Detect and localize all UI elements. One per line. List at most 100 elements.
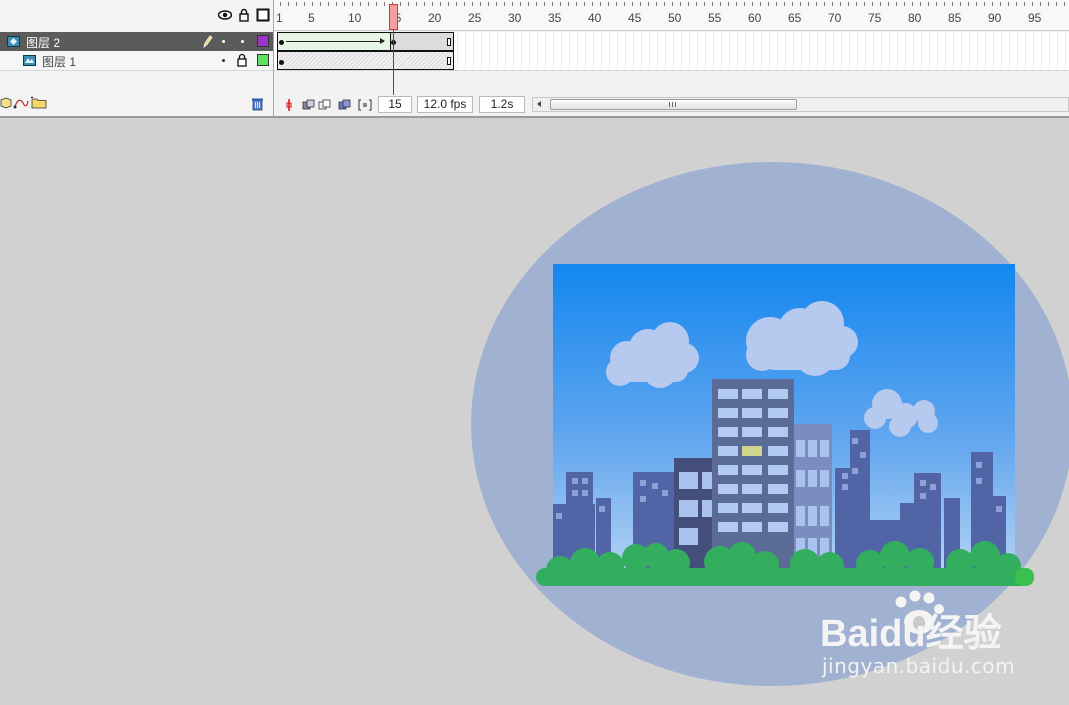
static-frames-span[interactable] — [390, 32, 454, 51]
ruler-tick — [536, 2, 537, 6]
ruler-number: 25 — [468, 11, 482, 25]
visibility-dot[interactable] — [222, 59, 225, 62]
ruler-tick — [512, 2, 513, 6]
tower-window — [768, 465, 788, 475]
ruler-number: 5 — [308, 11, 315, 25]
end-frame-marker[interactable] — [447, 38, 451, 46]
tower-window — [718, 446, 738, 456]
bush-edge — [1015, 568, 1034, 586]
layer-icon — [23, 55, 36, 66]
stage-area[interactable]: Baidu经验 jingyan.baidu.com — [0, 118, 1069, 705]
layer-name[interactable]: 图层 1 — [42, 53, 76, 70]
onion-skin-outlines-icon[interactable] — [318, 98, 332, 112]
layers-panel: 图层 2 图层 1 — [0, 0, 274, 116]
ruler-tick — [480, 2, 481, 6]
ruler-tick — [520, 2, 521, 6]
ruler-tick — [304, 2, 305, 6]
ruler-tick — [936, 2, 937, 6]
ruler-tick — [760, 2, 761, 6]
ruler-number: 60 — [748, 11, 762, 25]
tower-window — [742, 465, 762, 475]
scroll-left-arrow-icon[interactable] — [537, 101, 541, 107]
onion-skin-icon[interactable] — [302, 98, 316, 112]
current-frame-field[interactable]: 15 — [378, 96, 412, 113]
add-motion-guide-icon[interactable] — [13, 97, 29, 109]
lock-all-icon[interactable] — [237, 8, 251, 22]
visibility-dot[interactable] — [222, 40, 225, 43]
ruler-number: 20 — [428, 11, 442, 25]
ruler-tick — [400, 2, 401, 6]
insert-layer-icon[interactable] — [0, 97, 12, 109]
tower-window — [768, 484, 788, 494]
outline-color-swatch[interactable] — [257, 54, 269, 66]
ruler-tick — [712, 2, 713, 6]
ruler-tick — [824, 2, 825, 6]
ruler-number: 10 — [348, 11, 362, 25]
ruler-number: 90 — [988, 11, 1002, 25]
edit-multiple-frames-icon[interactable] — [338, 98, 352, 112]
lock-dot[interactable] — [241, 40, 244, 43]
playhead[interactable] — [389, 4, 398, 30]
ruler-tick — [888, 2, 889, 6]
ruler-tick — [560, 2, 561, 6]
frames-area[interactable]: 15101520253035404550556065707580859095 — [274, 0, 1069, 116]
ruler-tick — [416, 2, 417, 6]
ruler-tick — [928, 2, 929, 6]
tower-window — [742, 522, 762, 532]
ruler-tick — [616, 2, 617, 6]
layer-row-layer-1[interactable]: 图层 1 — [0, 51, 273, 71]
ruler-tick — [808, 2, 809, 6]
ruler-tick — [672, 2, 673, 6]
ruler-tick — [1048, 2, 1049, 6]
ruler-tick — [800, 2, 801, 6]
ruler-tick — [920, 2, 921, 6]
tower-window — [742, 503, 762, 513]
tower-window — [718, 484, 738, 494]
ruler-tick — [344, 2, 345, 6]
ruler-tick — [592, 2, 593, 6]
ruler-tick — [384, 2, 385, 6]
ruler-tick — [872, 2, 873, 6]
tower-window — [742, 389, 762, 399]
ruler-tick — [688, 2, 689, 6]
ruler-tick — [464, 2, 465, 6]
end-frame-marker[interactable] — [447, 57, 451, 65]
delete-layer-trash-icon[interactable] — [251, 97, 264, 111]
center-frame-icon[interactable] — [282, 98, 296, 112]
ruler-number: 65 — [788, 11, 802, 25]
ruler-tick — [352, 2, 353, 6]
static-frames-span[interactable] — [277, 51, 454, 70]
ruler-tick — [328, 2, 329, 6]
ruler-number: 45 — [628, 11, 642, 25]
ruler-tick — [1000, 2, 1001, 6]
modify-onion-markers-icon[interactable] — [358, 98, 372, 112]
stage-artwork[interactable] — [0, 118, 1069, 705]
insert-folder-icon[interactable] — [31, 96, 47, 109]
ruler-tick — [840, 2, 841, 6]
outline-all-icon[interactable] — [256, 8, 270, 22]
ruler-tick — [408, 2, 409, 6]
keyframe-1[interactable] — [279, 60, 284, 65]
layer-name[interactable]: 图层 2 — [26, 34, 60, 51]
ruler-number: 80 — [908, 11, 922, 25]
outline-color-swatch[interactable] — [257, 35, 269, 47]
ruler-tick — [504, 2, 505, 6]
ruler-tick — [864, 2, 865, 6]
ruler-tick — [320, 2, 321, 6]
ruler-tick — [624, 2, 625, 6]
lock-icon[interactable] — [236, 53, 248, 67]
ruler-tick — [968, 2, 969, 6]
layer-row-layer-2[interactable]: 图层 2 — [0, 32, 273, 51]
tower-window — [768, 408, 788, 418]
ruler-tick — [680, 2, 681, 6]
ruler-tick — [448, 2, 449, 6]
frame-rate-field[interactable]: 12.0 fps — [417, 96, 473, 113]
timeline-horizontal-scrollbar[interactable] — [532, 97, 1069, 112]
tower-window — [768, 446, 788, 456]
ruler-tick — [912, 2, 913, 6]
scrollbar-thumb[interactable] — [550, 99, 797, 110]
ruler-number: 85 — [948, 11, 962, 25]
show-hide-all-eye-icon[interactable] — [218, 8, 232, 22]
keyframe-1[interactable] — [279, 40, 284, 45]
ruler-number: 75 — [868, 11, 882, 25]
